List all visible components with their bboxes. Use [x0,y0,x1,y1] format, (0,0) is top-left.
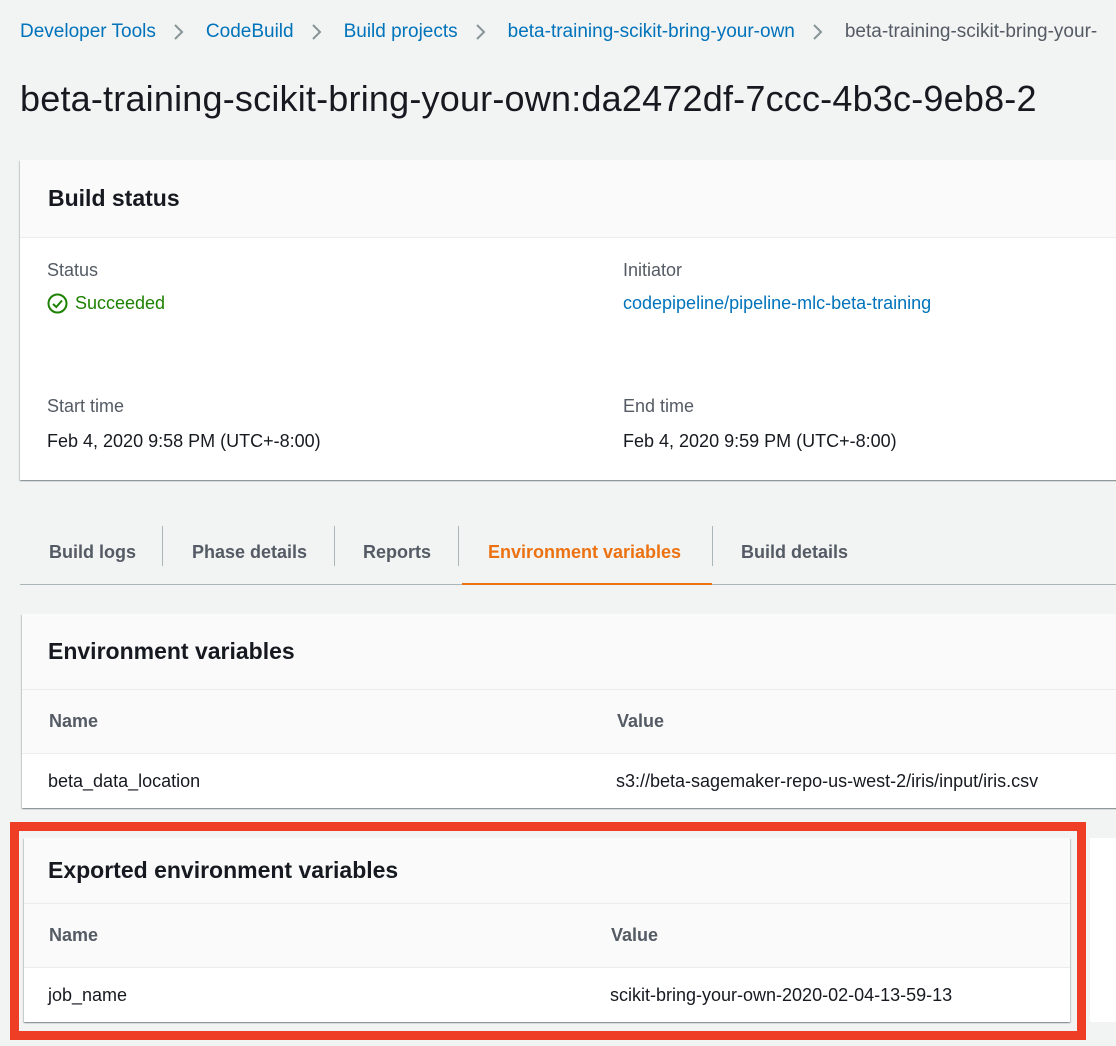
env-var-value: s3://beta-sagemaker-repo-us-west-2/iris/… [616,770,1039,791]
initiator-link[interactable]: codepipeline/pipeline-mlc-beta-training [623,293,931,314]
chevron-right-icon [172,22,186,42]
table-header-row: Name Value [22,690,1116,754]
start-time-field: Start time Feb 4, 2020 9:58 PM (UTC+-8:0… [47,396,321,452]
panel-edge [1090,838,1116,1022]
tab-divider [458,526,459,566]
end-time-value: Feb 4, 2020 9:59 PM (UTC+-8:00) [623,431,897,451]
initiator-field: Initiator codepipeline/pipeline-mlc-beta… [623,260,931,314]
breadcrumb-developer-tools[interactable]: Developer Tools [20,21,156,43]
status-label: Status [47,260,99,280]
end-time-field: End time Feb 4, 2020 9:59 PM (UTC+-8:00) [623,396,897,452]
breadcrumb-codebuild[interactable]: CodeBuild [206,21,294,43]
breadcrumb-build-projects[interactable]: Build projects [344,21,458,43]
status-value: Succeeded [47,293,165,314]
build-status-panel: Build status Status Succeeded Initiator … [20,160,1116,480]
tab-divider [712,526,713,566]
tab-divider [334,526,335,566]
build-status-header: Build status [20,160,1116,238]
table-row: beta_data_location s3://beta-sagemaker-r… [22,754,1116,808]
environment-variables-panel: Environment variables Name Value beta_da… [22,614,1116,808]
status-text: Succeeded [75,293,166,313]
start-time-value: Feb 4, 2020 9:58 PM (UTC+-8:00) [47,431,321,451]
column-name-header: Name [49,711,99,731]
chevron-right-icon [310,22,324,42]
breadcrumb-project[interactable]: beta-training-scikit-bring-your-own [508,21,795,43]
start-time-label: Start time [47,396,125,416]
breadcrumb-current: beta-training-scikit-bring-your- [844,21,1098,42]
check-circle-icon [47,293,75,314]
tab-reports[interactable]: Reports [363,520,431,584]
tab-phase-details[interactable]: Phase details [192,520,307,584]
status-field: Status Succeeded [47,260,165,314]
initiator-label: Initiator [623,260,683,280]
chevron-right-icon [474,22,488,42]
env-var-name: beta_data_location [48,770,201,791]
chevron-right-icon [811,22,825,42]
tab-environment-variables[interactable]: Environment variables [462,521,712,585]
highlight-annotation-box [10,822,1086,1040]
build-tabs: Build logs Phase details Reports Environ… [20,520,1116,585]
tab-divider [162,526,163,566]
tab-build-logs[interactable]: Build logs [49,520,136,584]
tab-build-details[interactable]: Build details [741,520,848,584]
end-time-label: End time [623,396,695,416]
page-title: beta-training-scikit-bring-your-own:da24… [20,78,1037,119]
breadcrumb: Developer Tools CodeBuild Build projects… [20,18,1097,46]
column-value-header: Value [617,711,665,731]
environment-variables-header: Environment variables [22,614,1116,690]
